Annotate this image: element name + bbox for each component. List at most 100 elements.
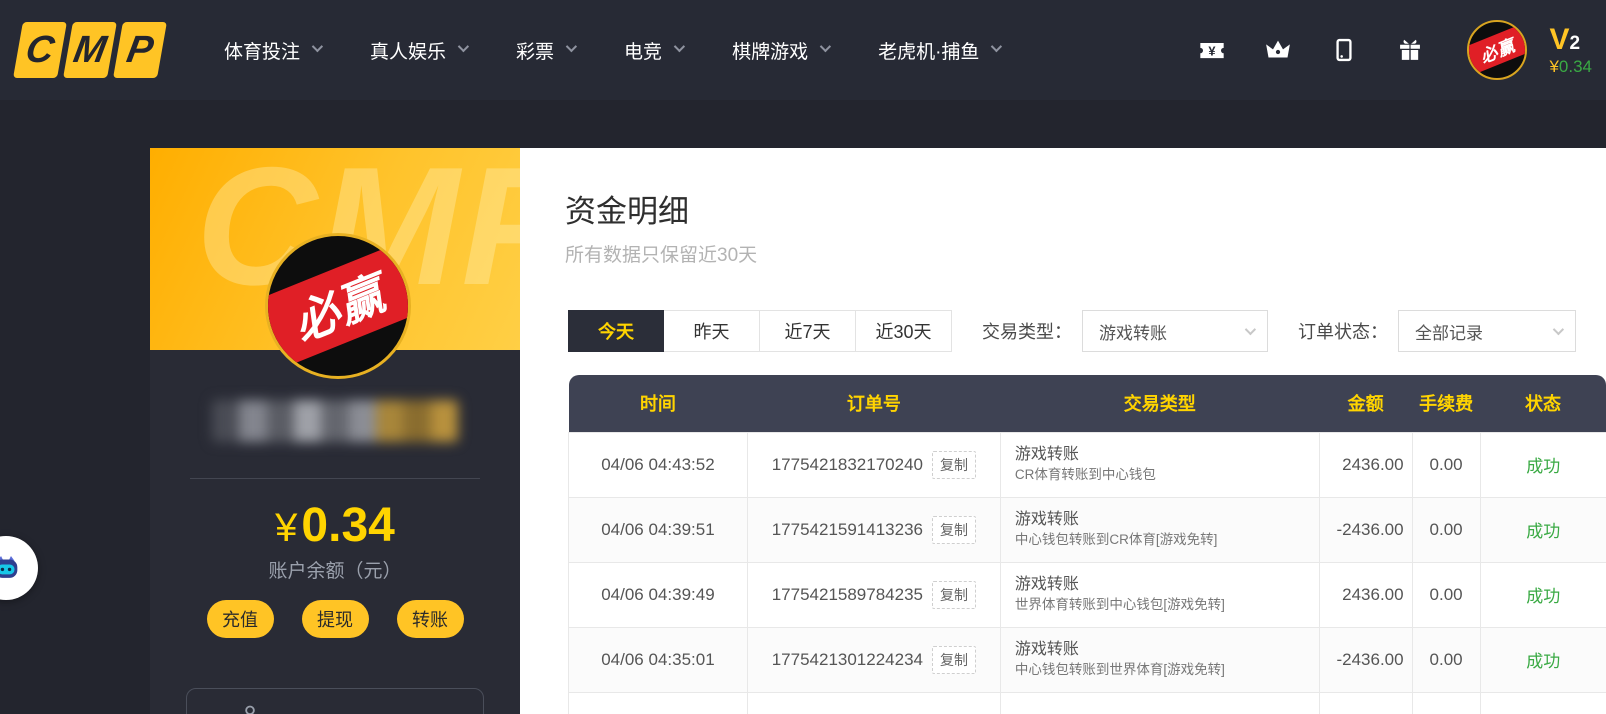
col-header-amount: 金额 — [1319, 375, 1413, 432]
selected-value: 游戏转账 — [1099, 323, 1167, 343]
nav-item-label: 彩票 — [516, 41, 555, 63]
tab-today[interactable]: 今天 — [568, 310, 664, 352]
type-desc: 中心钱包转账到世界体育[游戏免转] — [1014, 662, 1225, 678]
withdraw-button[interactable]: 提现 — [301, 600, 369, 638]
svg-text:¥: ¥ — [1209, 43, 1217, 58]
divider — [190, 478, 480, 479]
cell-order-id: 1775421301224234 复制 — [746, 626, 1001, 693]
avatar-logo: 必赢 — [1469, 22, 1526, 78]
transaction-type-label: 交易类型： — [982, 322, 1072, 342]
nav-item-sports[interactable]: 体育投注 — [224, 37, 324, 64]
page-title: 资金明细 — [565, 194, 689, 229]
chevron-down-icon — [457, 40, 470, 53]
order-id: 1775421301224234 — [771, 649, 923, 669]
account-sidebar: CMP 必赢 ¥0.34 账户余额（元） 充值 提现 转账 — [150, 148, 520, 714]
type-main: 游戏转账 — [1014, 640, 1079, 658]
chevron-down-icon — [819, 40, 832, 53]
type-desc: 中心钱包转账到CR体育[游戏免转] — [1014, 532, 1218, 548]
order-status-label: 订单状态： — [1298, 322, 1388, 342]
profile-avatar[interactable]: 必赢 — [265, 233, 411, 379]
nav-item-board-games[interactable]: 棋牌游戏 — [732, 37, 832, 64]
col-header-order-id: 订单号 — [747, 375, 1001, 432]
cell-type: 游戏转账 CR体育转账到中心钱包 — [999, 431, 1320, 498]
cell-type: 游戏转账中心钱包转账到世界体育[游戏免转] — [999, 626, 1320, 693]
cell-amount: -2436.00 — [1318, 496, 1413, 563]
customer-service-widget[interactable] — [0, 536, 38, 600]
cell-type: 游戏转账 世界体育转账到中心钱包[游戏免转] — [999, 561, 1320, 628]
mobile-app-icon[interactable] — [1329, 35, 1359, 65]
page-subtitle: 所有数据只保留近30天 — [565, 245, 758, 266]
navbar-right: ¥ 必赢 V2 ¥0.34 — [1197, 0, 1592, 100]
wallet-actions: 充值 提现 转账 — [150, 600, 520, 638]
cell-order-id: 1775421832170240 复制 — [746, 431, 1001, 498]
order-id: 1775421832170240 — [771, 454, 923, 474]
cell-fee: 0.00 — [1411, 626, 1481, 693]
brand-logo[interactable]: C M P — [13, 22, 167, 78]
col-header-status: 状态 — [1480, 375, 1606, 432]
table-row: 04/06 04:39:51 1775421591413236 复制 游戏转账 中心… — [568, 496, 1606, 563]
vip-level: V2 — [1549, 23, 1581, 57]
header-balance: ¥0.34 — [1549, 57, 1592, 77]
cell-amount: -2436.00 — [1318, 626, 1413, 693]
cell-fee: 0.00 — [1411, 431, 1481, 498]
copy-button[interactable]: 复制 — [932, 515, 976, 544]
sidebar-menu-item[interactable] — [186, 688, 484, 714]
nav-item-esports[interactable]: 电竞 — [624, 37, 686, 64]
avatar-logo: 必赢 — [268, 236, 408, 376]
cell-time: 04/06 04:39:51 — [568, 496, 748, 563]
order-id: 1775421589784235 — [771, 584, 923, 604]
table-row: 04/06 04:35:01 1775421301224234 复制 游戏转账 中心… — [568, 626, 1606, 693]
cell-fee: 0.00 — [1411, 496, 1481, 563]
tab-last-30-days[interactable]: 近30天 — [856, 310, 952, 352]
transfer-button[interactable]: 转账 — [396, 600, 464, 638]
cell-amount: 2436.00 — [1318, 431, 1413, 498]
cell-status: 成功 — [1479, 561, 1606, 628]
robot-cat-icon — [0, 555, 18, 578]
table-header: 时间 订单号 交易类型 金额 手续费 状态 — [568, 375, 1606, 432]
tab-yesterday[interactable]: 昨天 — [664, 310, 760, 352]
user-meta[interactable]: V2 ¥0.34 — [1549, 23, 1592, 77]
chevron-down-icon — [1244, 323, 1257, 336]
funds-table: 时间 订单号 交易类型 金额 手续费 状态 04/06 04:43:52 177… — [568, 375, 1606, 714]
account-balance: ¥0.34 — [275, 499, 395, 552]
gift-icon[interactable] — [1395, 35, 1425, 65]
logo-letter: P — [113, 22, 167, 78]
logo-letter: C — [13, 22, 67, 78]
type-desc: CR体育转账到中心钱包 — [1014, 467, 1156, 483]
cell-time: 04/06 04:39:49 — [568, 561, 748, 628]
cell-status: 成功 — [1479, 626, 1606, 693]
logo-letter: M — [63, 22, 117, 78]
chevron-down-icon — [311, 40, 324, 53]
chevron-down-icon — [1552, 323, 1565, 336]
table-row: 04/06 04:39:49 1775421589784235 复制 游戏转账 世界… — [568, 561, 1606, 628]
nav-item-label: 真人娱乐 — [370, 41, 447, 63]
col-header-fee: 手续费 — [1412, 375, 1481, 432]
type-desc: 世界体育转账到中心钱包[游戏免转] — [1014, 597, 1225, 613]
order-status-select[interactable]: 全部记录 — [1398, 310, 1576, 352]
deposit-button[interactable]: 充值 — [206, 600, 274, 638]
nav-item-live-casino[interactable]: 真人娱乐 — [370, 37, 470, 64]
balance-label: 账户余额（元） — [268, 561, 402, 582]
username-redacted — [212, 400, 458, 442]
type-main: 游戏转账 — [1014, 510, 1079, 528]
cell-order-id: 1775421589784235 复制 — [746, 561, 1001, 628]
copy-button[interactable]: 复制 — [932, 580, 976, 609]
nav-item-slots-fishing[interactable]: 老虎机·捕鱼 — [878, 37, 1003, 64]
transaction-type-select[interactable]: 游戏转账 — [1082, 310, 1268, 352]
table-row — [568, 691, 1606, 714]
tab-last-7-days[interactable]: 近7天 — [760, 310, 856, 352]
cell-amount: 2436.00 — [1318, 561, 1413, 628]
col-header-type: 交易类型 — [1000, 375, 1320, 432]
user-avatar[interactable]: 必赢 — [1467, 20, 1528, 80]
nav-item-lottery[interactable]: 彩票 — [516, 37, 578, 64]
copy-button[interactable]: 复制 — [932, 645, 976, 674]
cell-status: 成功 — [1479, 496, 1606, 563]
chevron-down-icon — [991, 40, 1003, 53]
page: C M P 体育投注 真人娱乐 彩票 电竞 棋牌游戏 老虎机·捕鱼 ¥ 必赢 V… — [0, 0, 1606, 714]
cell-status: 成功 — [1479, 431, 1606, 498]
voucher-icon[interactable]: ¥ — [1197, 35, 1227, 65]
vip-crown-icon[interactable] — [1263, 35, 1293, 65]
type-main: 游戏转账 — [1014, 445, 1079, 463]
nav-item-label: 棋牌游戏 — [732, 41, 809, 63]
copy-button[interactable]: 复制 — [932, 450, 976, 479]
